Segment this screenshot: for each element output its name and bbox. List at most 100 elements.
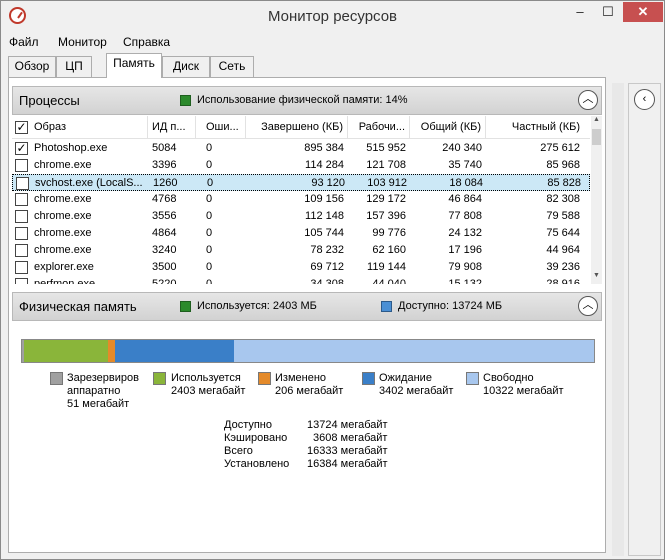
- summary-total-value: 16333 мегабайт: [307, 445, 388, 457]
- resource-monitor-window: Монитор ресурсов – ☐ ✕ Файл Монитор Спра…: [0, 0, 665, 560]
- cell-pid: 1260: [153, 177, 178, 189]
- legend-standby-name: Ожидание: [379, 372, 432, 384]
- cell-faults: 0: [206, 210, 213, 222]
- minimize-button[interactable]: –: [567, 2, 593, 22]
- table-row[interactable]: svchost.exe (LocalS... 1260 0 93 120 103 912…: [12, 174, 590, 191]
- cell-pid: 4864: [152, 227, 177, 239]
- cell-shareable: 17 196: [448, 244, 482, 256]
- available-label: Доступно: 13724 МБ: [398, 300, 503, 312]
- cell-private: 44 964: [546, 244, 580, 256]
- cell-image: Photoshop.exe: [34, 142, 108, 154]
- cell-shareable: 18 084: [449, 177, 483, 189]
- cell-private: 79 588: [546, 210, 580, 222]
- processes-scrollbar[interactable]: ▲ ▼: [591, 116, 602, 284]
- cell-working-set: 103 912: [367, 177, 407, 189]
- col-working-set[interactable]: Рабочи...: [348, 116, 410, 139]
- physical-memory-section-header[interactable]: Физическая память Используется: 2403 МБ …: [12, 292, 602, 321]
- summary-installed-value: 16384 мегабайт: [307, 458, 388, 470]
- table-row[interactable]: chrome.exe 3396 0 114 284 121 708 35 740 85 96…: [12, 157, 590, 174]
- chevron-up-icon: ︿: [582, 299, 594, 311]
- row-checkbox[interactable]: [15, 193, 28, 206]
- col-pid[interactable]: ИД п...: [152, 116, 196, 139]
- row-checkbox[interactable]: ✓: [15, 142, 28, 155]
- cell-image: chrome.exe: [34, 244, 92, 256]
- cell-commit: 34 308: [310, 278, 344, 284]
- processes-section-header[interactable]: Процессы Использование физической памяти…: [12, 86, 602, 115]
- physical-memory-bar: [21, 339, 595, 363]
- physical-memory-title: Физическая память: [19, 299, 137, 314]
- menu-bar: Файл Монитор Справка: [1, 32, 664, 52]
- chevron-left-icon: ‹: [642, 93, 647, 105]
- cell-image: chrome.exe: [34, 193, 92, 205]
- col-private[interactable]: Частный (КБ): [486, 116, 584, 139]
- table-row[interactable]: explorer.exe 3500 0 69 712 119 144 79 908 39 2…: [12, 259, 590, 276]
- scroll-thumb[interactable]: [592, 129, 601, 145]
- processes-collapse-button[interactable]: ︿: [578, 90, 598, 110]
- col-shareable[interactable]: Общий (КБ): [410, 116, 486, 139]
- table-row[interactable]: chrome.exe 3556 0 112 148 157 396 77 808 79 58…: [12, 208, 590, 225]
- cell-private: 75 644: [546, 227, 580, 239]
- tab-cpu[interactable]: ЦП: [56, 56, 92, 77]
- menu-monitor[interactable]: Монитор: [58, 35, 107, 49]
- col-hard-faults[interactable]: Оши...: [206, 116, 246, 139]
- legend-reserved-value: 51 мегабайт: [67, 398, 130, 410]
- cell-faults: 0: [207, 177, 214, 189]
- cell-working-set: 99 776: [372, 227, 406, 239]
- menu-file[interactable]: Файл: [9, 35, 39, 49]
- bar-segment-modified: [108, 340, 115, 362]
- row-checkbox[interactable]: [15, 261, 28, 274]
- memory-usage-indicator: [180, 95, 191, 106]
- cell-image: chrome.exe: [34, 227, 92, 239]
- cell-faults: 0: [206, 227, 213, 239]
- tab-disk[interactable]: Диск: [162, 56, 210, 77]
- tab-network[interactable]: Сеть: [210, 56, 254, 77]
- cell-working-set: 44 040: [372, 278, 406, 284]
- scroll-up-arrow[interactable]: ▲: [591, 116, 602, 123]
- cell-image: svchost.exe (LocalS...: [35, 177, 143, 189]
- select-all-checkbox[interactable]: ✓: [15, 121, 28, 134]
- cell-commit: 105 744: [304, 227, 344, 239]
- maximize-button[interactable]: ☐: [595, 2, 621, 22]
- row-checkbox[interactable]: [15, 244, 28, 257]
- table-row[interactable]: chrome.exe 4864 0 105 744 99 776 24 132 75 644: [12, 225, 590, 242]
- memory-usage-label: Использование физической памяти: 14%: [197, 94, 408, 106]
- table-row[interactable]: ✓ Photoshop.exe 5084 0 895 384 515 952 240 340…: [12, 140, 590, 157]
- cell-pid: 3240: [152, 244, 177, 256]
- available-indicator: [381, 301, 392, 312]
- cell-working-set: 62 160: [372, 244, 406, 256]
- tab-memory[interactable]: Память: [106, 53, 162, 78]
- row-checkbox[interactable]: [15, 210, 28, 223]
- cell-private: 85 968: [546, 159, 580, 171]
- table-row[interactable]: chrome.exe 3240 0 78 232 62 160 17 196 44 964: [12, 242, 590, 259]
- col-commit[interactable]: Завершено (КБ): [250, 116, 348, 139]
- row-checkbox[interactable]: [15, 159, 28, 172]
- cell-working-set: 121 708: [366, 159, 406, 171]
- cell-pid: 5220: [152, 278, 177, 284]
- graph-pane: ‹: [628, 83, 661, 556]
- row-checkbox[interactable]: [16, 177, 29, 190]
- legend-standby-swatch: [362, 372, 375, 385]
- table-header: ✓ Образ ИД п... Оши... Завершено (КБ) Ра…: [12, 116, 590, 139]
- cell-image: chrome.exe: [34, 159, 92, 171]
- summary-cached-value: 3608 мегабайт: [313, 432, 388, 444]
- cell-shareable: 24 132: [448, 227, 482, 239]
- tab-overview[interactable]: Обзор: [8, 56, 56, 77]
- scroll-down-arrow[interactable]: ▼: [591, 272, 602, 279]
- table-row[interactable]: perfmon.exe 5220 0 34 308 44 040 15 132 28 916: [12, 276, 590, 284]
- col-image[interactable]: Образ: [34, 116, 148, 139]
- table-row[interactable]: chrome.exe 4768 0 109 156 129 172 46 864 82 30…: [12, 191, 590, 208]
- legend-in-use-value: 2403 мегабайт: [171, 385, 246, 397]
- cell-faults: 0: [206, 278, 213, 284]
- pane-splitter[interactable]: [612, 83, 624, 556]
- row-checkbox[interactable]: [15, 227, 28, 240]
- summary-available-label: Доступно: [224, 419, 273, 431]
- legend-modified-name: Изменено: [275, 372, 327, 384]
- bar-segment-free: [234, 340, 594, 362]
- menu-help[interactable]: Справка: [123, 35, 170, 49]
- row-checkbox[interactable]: [15, 278, 28, 284]
- cell-pid: 3556: [152, 210, 177, 222]
- physical-memory-collapse-button[interactable]: ︿: [578, 296, 598, 316]
- expand-graph-pane-button[interactable]: ‹: [634, 89, 655, 110]
- cell-shareable: 35 740: [448, 159, 482, 171]
- close-button[interactable]: ✕: [623, 2, 663, 22]
